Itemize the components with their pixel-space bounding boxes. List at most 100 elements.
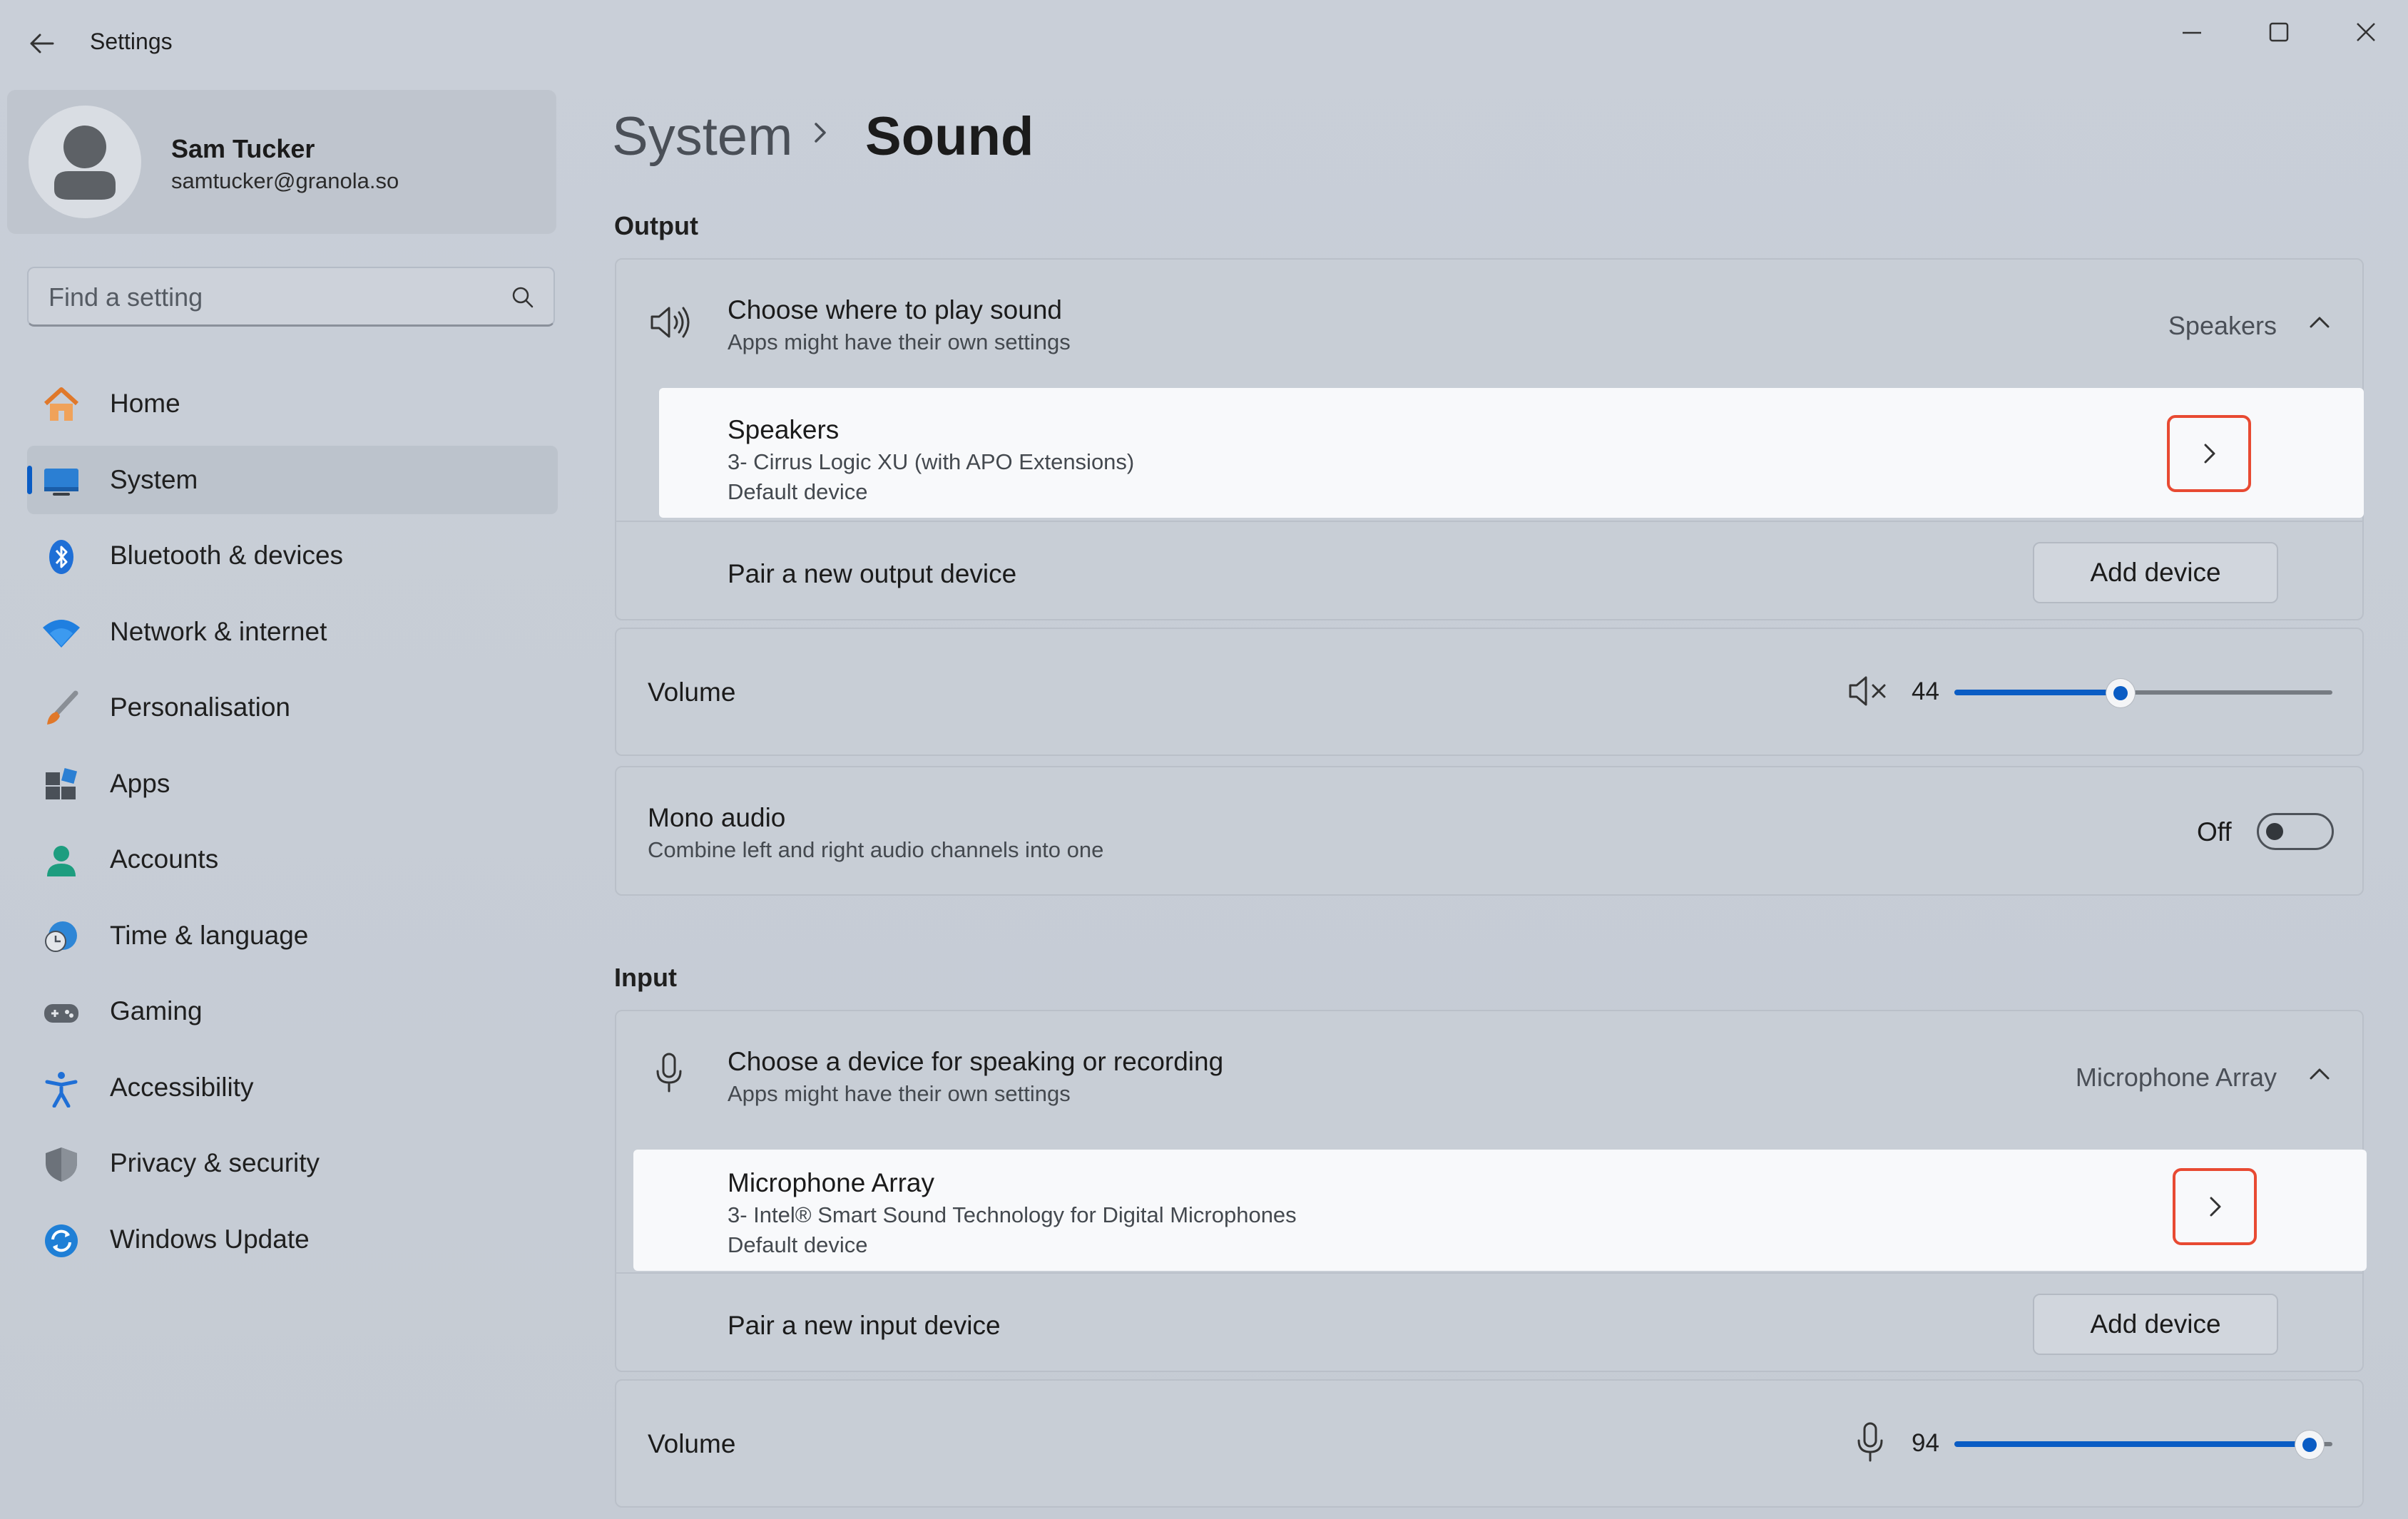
user-avatar-icon (54, 126, 116, 200)
breadcrumb-parent[interactable]: System (612, 106, 792, 167)
sidebar-item-label: Home (110, 389, 180, 418)
mono-audio-toggle[interactable] (2257, 813, 2334, 850)
sidebar-item-system[interactable]: System (27, 445, 558, 514)
time-language-icon (41, 919, 81, 956)
home-icon (41, 387, 81, 424)
sidebar-item-network[interactable]: Network & internet (27, 598, 558, 666)
output-device-card: Choose where to play sound Apps might ha… (615, 258, 2364, 620)
sidebar-item-accounts[interactable]: Accounts (27, 825, 558, 894)
shield-icon (41, 1146, 81, 1183)
divider (616, 1272, 2362, 1274)
wifi-icon (41, 615, 81, 652)
output-choose-title: Choose where to play sound (728, 295, 1062, 324)
output-device-detail: 3- Cirrus Logic XU (with APO Extensions) (728, 449, 1135, 474)
output-volume-card: Volume 44 (615, 628, 2364, 756)
update-icon (41, 1222, 81, 1259)
chevron-up-icon (2310, 1068, 2330, 1080)
mono-audio-title: Mono audio (648, 803, 786, 832)
sidebar-item-personalisation[interactable]: Personalisation (27, 673, 558, 742)
system-icon (41, 463, 81, 500)
slider-thumb[interactable] (2295, 1431, 2325, 1459)
back-button[interactable] (21, 26, 61, 61)
profile-card[interactable]: Sam Tucker samtucker@granola.so (7, 90, 556, 234)
input-volume-slider[interactable] (1954, 1429, 2332, 1459)
input-device-row[interactable]: Microphone Array 3- Intel® Smart Sound T… (633, 1150, 2367, 1271)
brush-icon (41, 690, 81, 727)
pair-output-label: Pair a new output device (728, 559, 1017, 588)
input-volume-value: 94 (1912, 1429, 1939, 1457)
search-input[interactable] (47, 280, 492, 315)
search-box[interactable] (27, 267, 555, 327)
input-volume-label: Volume (648, 1429, 736, 1458)
input-device-name: Microphone Array (728, 1168, 934, 1197)
output-section-title: Output (614, 211, 698, 240)
sidebar-item-apps[interactable]: Apps (27, 750, 558, 818)
divider (616, 521, 2362, 522)
input-choose-subtitle: Apps might have their own settings (728, 1081, 1071, 1106)
sidebar-item-home[interactable]: Home (27, 369, 558, 438)
mono-audio-state: Off (2197, 817, 2232, 847)
add-input-device-button[interactable]: Add device (2033, 1294, 2278, 1355)
app-title: Settings (90, 29, 173, 54)
sidebar-item-label: Bluetooth & devices (110, 541, 344, 570)
close-icon (2357, 23, 2375, 41)
sidebar-nav: Home System Bluetooth & devices Network … (27, 369, 558, 1281)
input-device-open-button[interactable] (2173, 1168, 2257, 1245)
sidebar-item-windows-update[interactable]: Windows Update (27, 1205, 558, 1274)
minimize-icon (2183, 31, 2201, 34)
chevron-up-icon (2310, 317, 2330, 328)
output-device-selector[interactable]: Choose where to play sound Apps might ha… (616, 260, 2362, 387)
accessibility-icon (41, 1070, 81, 1108)
sidebar-item-time-language[interactable]: Time & language (27, 901, 558, 970)
output-device-open-button[interactable] (2167, 415, 2251, 492)
mono-audio-subtitle: Combine left and right audio channels in… (648, 837, 1104, 862)
chevron-right-icon (2210, 1197, 2221, 1217)
user-email: samtucker@granola.so (171, 168, 399, 193)
user-name: Sam Tucker (171, 134, 315, 163)
sidebar-item-label: Apps (110, 768, 170, 798)
sidebar-item-label: Gaming (110, 996, 203, 1026)
sidebar-item-accessibility[interactable]: Accessibility (27, 1053, 558, 1122)
sidebar-item-label: Privacy & security (110, 1148, 320, 1177)
output-device-row[interactable]: Speakers 3- Cirrus Logic XU (with APO Ex… (659, 388, 2364, 518)
input-selected-device: Microphone Array (2075, 1063, 2277, 1092)
input-volume-card: Volume 94 (615, 1379, 2364, 1508)
sidebar-item-privacy-security[interactable]: Privacy & security (27, 1129, 558, 1197)
minimize-button[interactable] (2153, 7, 2231, 57)
sidebar-item-gaming[interactable]: Gaming (27, 977, 558, 1045)
microphone-icon[interactable] (1855, 1421, 1886, 1463)
mono-audio-card: Mono audio Combine left and right audio … (615, 766, 2364, 896)
slider-fill (1954, 1441, 2310, 1447)
accounts-icon (41, 842, 81, 879)
search-icon[interactable] (511, 285, 535, 310)
sidebar-item-label: Network & internet (110, 616, 327, 646)
sidebar-item-label: Accounts (110, 844, 219, 874)
slider-fill (1954, 690, 2121, 695)
output-device-name: Speakers (728, 415, 840, 444)
toggle-knob (2266, 823, 2283, 840)
input-device-card: Choose a device for speaking or recordin… (615, 1010, 2367, 1372)
input-device-status: Default device (728, 1232, 868, 1257)
gaming-icon (41, 994, 81, 1031)
slider-thumb[interactable] (2106, 679, 2136, 707)
output-volume-label: Volume (648, 677, 736, 707)
bluetooth-icon (41, 538, 81, 576)
sidebar-item-bluetooth[interactable]: Bluetooth & devices (27, 521, 558, 590)
speaker-mute-icon[interactable] (1847, 673, 1890, 709)
output-volume-slider[interactable] (1954, 677, 2332, 707)
microphone-icon (656, 1053, 682, 1093)
close-button[interactable] (2327, 7, 2405, 57)
maximize-icon (2269, 22, 2289, 42)
pair-input-label: Pair a new input device (728, 1311, 1001, 1340)
sidebar-item-label: Windows Update (110, 1224, 310, 1254)
add-output-device-button[interactable]: Add device (2033, 542, 2278, 603)
avatar (29, 106, 141, 218)
sidebar-item-label: Time & language (110, 920, 309, 950)
maximize-button[interactable] (2240, 7, 2318, 57)
speaker-icon (651, 307, 690, 338)
settings-window: Settings Sam Tucker samtucker@granola.so (0, 0, 2408, 1519)
chevron-right-icon (815, 123, 826, 143)
apps-icon (41, 767, 81, 804)
input-device-selector[interactable]: Choose a device for speaking or recordin… (616, 1011, 2362, 1138)
sidebar-item-label: System (110, 464, 198, 494)
